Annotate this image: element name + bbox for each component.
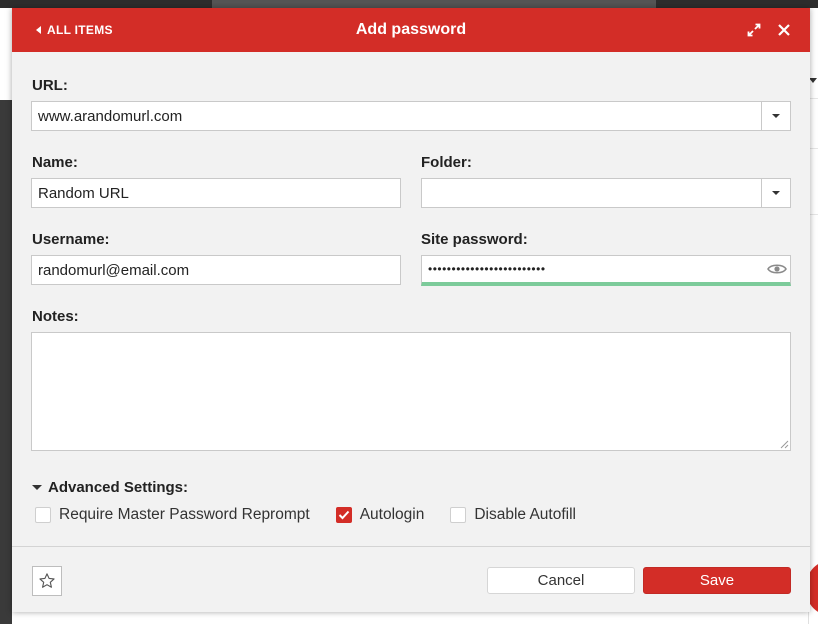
checkmark-icon [338, 510, 349, 520]
username-input-value: randomurl@email.com [38, 261, 190, 279]
folder-label: Folder: [421, 154, 472, 171]
require-reprompt-checkbox[interactable] [35, 507, 51, 523]
advanced-options: Require Master Password Reprompt Autolog… [35, 506, 602, 524]
disable-autofill-option[interactable]: Disable Autofill [450, 506, 576, 524]
disable-autofill-checkbox[interactable] [450, 507, 467, 523]
username-input[interactable]: randomurl@email.com [31, 255, 401, 285]
add-password-dialog: ALL ITEMS Add password URL: www.arandomu… [12, 8, 810, 612]
close-icon[interactable] [776, 22, 792, 38]
favorite-button[interactable] [32, 566, 62, 596]
autologin-checkbox[interactable] [335, 507, 352, 523]
site-password-label: Site password: [421, 231, 528, 248]
notes-textarea[interactable] [31, 332, 791, 451]
header-actions [746, 8, 792, 52]
background-search-bar [212, 0, 656, 8]
url-input[interactable]: www.arandomurl.com [31, 101, 791, 131]
save-button[interactable]: Save [643, 567, 791, 594]
require-reprompt-option[interactable]: Require Master Password Reprompt [35, 506, 310, 524]
url-label: URL: [32, 77, 68, 94]
autologin-option[interactable]: Autologin [335, 506, 425, 524]
background-divider [809, 98, 818, 99]
background-divider [809, 214, 818, 215]
name-input-value: Random URL [38, 184, 129, 202]
background-app-bar [0, 0, 818, 8]
site-password-masked-value: ••••••••••••••••••••••••• [428, 262, 546, 276]
disable-autofill-label: Disable Autofill [474, 506, 576, 523]
name-input[interactable]: Random URL [31, 178, 401, 208]
background-caret-icon [809, 78, 817, 83]
autologin-label: Autologin [359, 506, 425, 523]
footer-divider [12, 546, 810, 547]
chevron-down-icon [772, 191, 780, 195]
cancel-button[interactable]: Cancel [487, 567, 635, 594]
folder-dropdown-button[interactable] [761, 179, 790, 207]
dialog-header: ALL ITEMS Add password [12, 8, 810, 52]
folder-select[interactable] [421, 178, 791, 208]
dialog-title: Add password [355, 21, 467, 38]
notes-label: Notes: [32, 308, 79, 325]
advanced-settings-label: Advanced Settings: [48, 479, 189, 496]
require-reprompt-label: Require Master Password Reprompt [59, 506, 310, 523]
chevron-down-icon [772, 114, 780, 118]
background-divider [809, 148, 818, 149]
caret-down-icon [32, 485, 42, 490]
username-label: Username: [32, 231, 110, 248]
advanced-settings-toggle[interactable]: Advanced Settings: [32, 479, 188, 496]
url-dropdown-button[interactable] [761, 102, 790, 130]
star-icon [39, 573, 55, 588]
url-input-value: www.arandomurl.com [38, 107, 183, 125]
site-password-input[interactable]: ••••••••••••••••••••••••• [421, 255, 791, 286]
resize-grip-icon[interactable] [780, 440, 789, 449]
name-label: Name: [32, 154, 78, 171]
background-sidebar [0, 100, 12, 624]
eye-icon[interactable] [767, 262, 787, 276]
expand-icon[interactable] [746, 22, 762, 38]
